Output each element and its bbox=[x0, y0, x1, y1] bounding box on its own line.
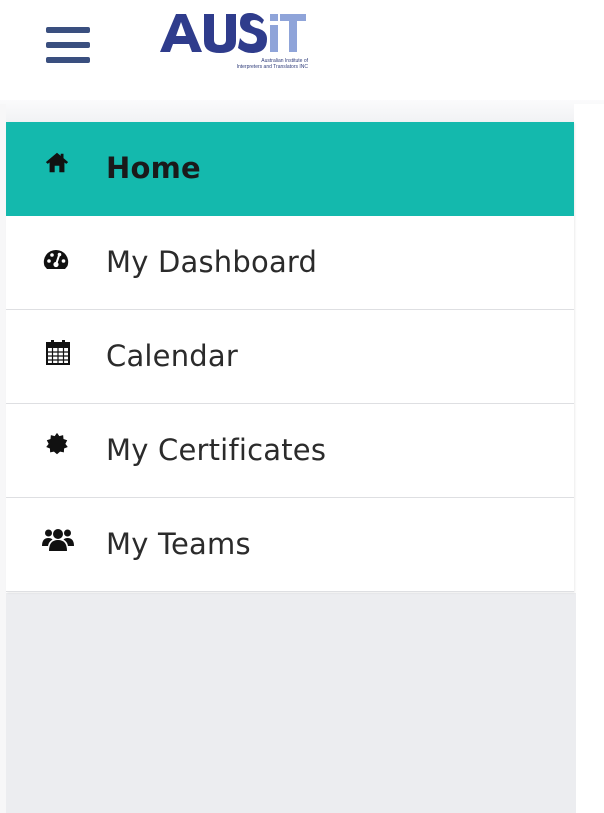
menu-bar bbox=[46, 27, 90, 33]
top-header: Australian Institute of Interpreters and… bbox=[0, 0, 604, 104]
content-area-edge bbox=[574, 104, 604, 813]
calendar-icon bbox=[46, 340, 70, 365]
sidebar-nav: Home My Dashboard Calendar My Certificat… bbox=[6, 122, 574, 592]
nav-label-calendar: Calendar bbox=[106, 339, 239, 373]
ausit-logo[interactable]: Australian Institute of Interpreters and… bbox=[158, 4, 308, 80]
nav-item-calendar[interactable]: Calendar bbox=[6, 310, 574, 404]
nav-item-my-certificates[interactable]: My Certificates bbox=[6, 404, 574, 498]
hamburger-menu-icon[interactable] bbox=[42, 25, 94, 65]
home-icon bbox=[45, 152, 69, 173]
nav-item-home[interactable]: Home bbox=[6, 122, 574, 216]
nav-item-my-dashboard[interactable]: My Dashboard bbox=[6, 216, 574, 310]
dashboard-gauge-icon bbox=[43, 249, 69, 269]
sidebar-empty-area bbox=[6, 593, 576, 813]
nav-label-home: Home bbox=[106, 151, 201, 185]
nav-label-my-dashboard: My Dashboard bbox=[106, 245, 318, 279]
team-users-icon bbox=[42, 529, 74, 551]
certificate-badge-icon bbox=[46, 432, 68, 455]
nav-label-my-certificates: My Certificates bbox=[106, 433, 327, 467]
menu-bar bbox=[46, 42, 90, 48]
menu-bar bbox=[46, 57, 90, 63]
ausit-logo-lettering bbox=[160, 13, 306, 53]
logo-tagline-line2: Interpreters and Translators INC bbox=[236, 64, 308, 70]
nav-label-my-teams: My Teams bbox=[106, 527, 251, 561]
header-divider-shade bbox=[0, 100, 604, 122]
nav-item-my-teams[interactable]: My Teams bbox=[6, 498, 574, 592]
logo-tagline: Australian Institute of Interpreters and… bbox=[162, 58, 308, 70]
